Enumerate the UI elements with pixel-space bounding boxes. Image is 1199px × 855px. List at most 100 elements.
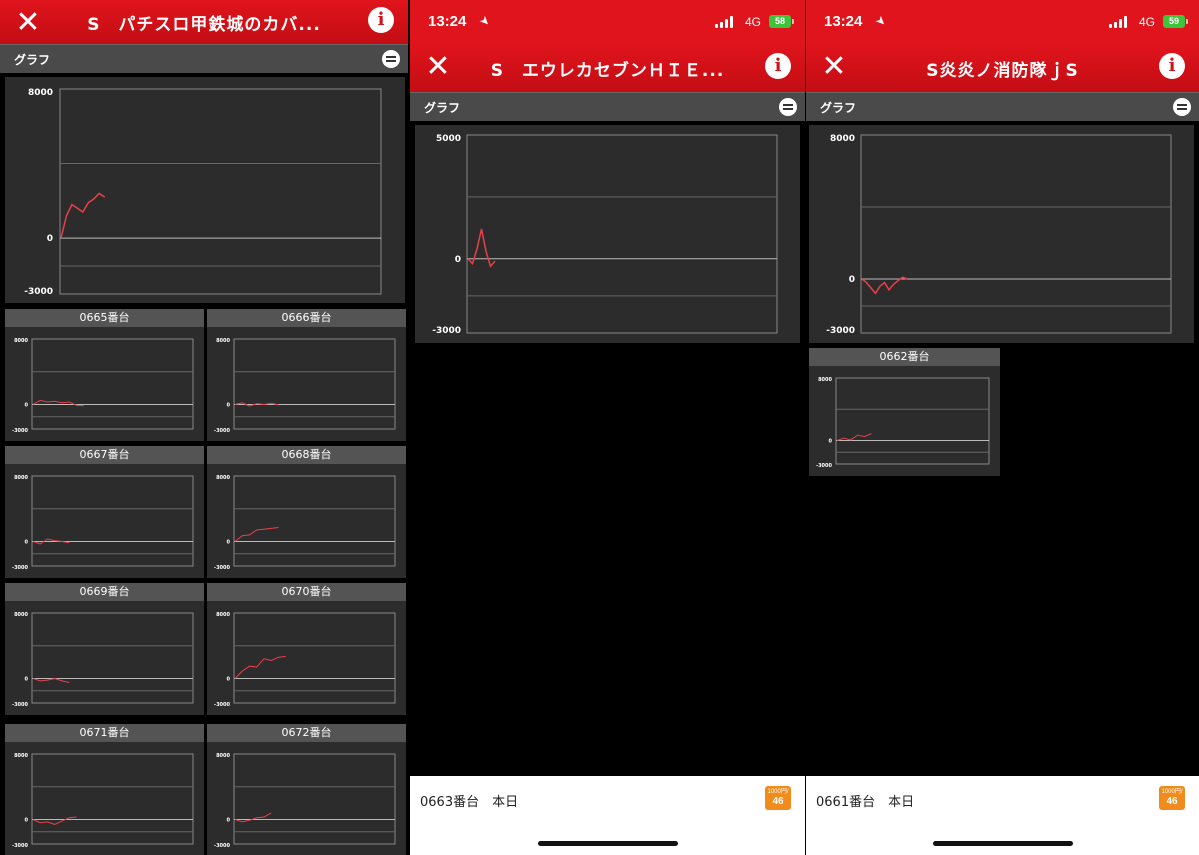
machine-card[interactable]: 0668番台 8000 0 -3000 bbox=[207, 446, 406, 578]
close-icon[interactable]: ✕ bbox=[424, 52, 452, 82]
y-min-label: -3000 bbox=[826, 326, 855, 336]
rate-badge[interactable]: 1000円/46 bbox=[1159, 786, 1185, 810]
collapse-icon[interactable] bbox=[382, 50, 400, 68]
machine-card[interactable]: 0666番台 8000 0 -3000 bbox=[207, 309, 406, 441]
machine-card[interactable]: 0665番台 8000 0 -3000 bbox=[5, 309, 204, 441]
machine-label: 0666番台 bbox=[207, 309, 406, 327]
machine-label: 0665番台 bbox=[5, 309, 204, 327]
footer-text: 0661番台 本日 bbox=[816, 795, 915, 810]
app-header: ✕ S炎炎ノ消防隊ｊS i bbox=[806, 44, 1199, 92]
machine-card[interactable]: 0670番台 8000 0 -3000 bbox=[207, 583, 406, 715]
home-indicator bbox=[932, 841, 1073, 846]
status-time: 13:24 bbox=[428, 13, 467, 30]
machine-label: 0670番台 bbox=[207, 583, 406, 601]
status-bar: 13:24 ➤ 4G 58 bbox=[410, 0, 805, 44]
location-arrow-icon: ➤ bbox=[476, 12, 494, 30]
y-axis-label: 8000 bbox=[216, 753, 230, 759]
machine-label: 0662番台 bbox=[809, 348, 1000, 366]
machine-label: 0667番台 bbox=[5, 446, 204, 464]
data-line bbox=[32, 677, 70, 683]
machine-graph-svg: 8000 0 -3000 bbox=[214, 475, 396, 571]
machine-graph-svg: 8000 0 -3000 bbox=[214, 338, 396, 434]
y-axis-label: -3000 bbox=[12, 843, 29, 849]
machine-label: 0669番台 bbox=[5, 583, 204, 601]
machine-graph-svg: 8000 0 -3000 bbox=[12, 612, 194, 708]
battery-icon: 59 bbox=[1163, 15, 1188, 28]
y-axis-label: -3000 bbox=[214, 565, 231, 571]
y-axis-label: 8000 bbox=[14, 753, 28, 759]
page-title: S パチスロ甲鉄城のカバ... bbox=[87, 15, 321, 35]
y-axis-label: 0 bbox=[829, 439, 833, 445]
machine-label: 0668番台 bbox=[207, 446, 406, 464]
info-icon[interactable]: i bbox=[765, 53, 791, 79]
section-label: グラフ bbox=[820, 101, 857, 115]
machine-card[interactable]: 0672番台 8000 0 -3000 bbox=[207, 724, 406, 855]
close-icon[interactable]: ✕ bbox=[820, 52, 848, 82]
machine-card[interactable]: 0667番台 8000 0 -3000 bbox=[5, 446, 204, 578]
y-axis-label: -3000 bbox=[214, 428, 231, 434]
main-graph-svg: 5000 0 -3000 bbox=[432, 134, 778, 336]
collapse-icon[interactable] bbox=[779, 98, 797, 116]
y-axis-label: 0 bbox=[25, 539, 29, 545]
y-zero-label: 0 bbox=[47, 234, 53, 244]
footer-text: 0663番台 本日 bbox=[420, 795, 519, 810]
y-axis-label: 0 bbox=[227, 539, 231, 545]
collapse-icon[interactable] bbox=[1173, 98, 1191, 116]
main-graph: 5000 0 -3000 bbox=[415, 125, 800, 343]
y-min-label: -3000 bbox=[24, 287, 53, 297]
data-line bbox=[32, 816, 77, 825]
y-axis-label: 0 bbox=[227, 676, 231, 682]
y-axis-label: 8000 bbox=[14, 338, 28, 344]
y-axis-label: 8000 bbox=[216, 338, 230, 344]
y-axis-label: -3000 bbox=[12, 702, 29, 708]
network-type: 4G bbox=[744, 15, 761, 29]
footer-bar[interactable]: 0663番台 本日 1000円/46 bbox=[410, 776, 805, 855]
graph-section-bar[interactable]: グラフ bbox=[410, 92, 805, 121]
data-line bbox=[861, 276, 908, 295]
footer-bar[interactable]: 0661番台 本日 1000円/46 bbox=[806, 776, 1199, 855]
data-line bbox=[234, 655, 286, 679]
graph-section-bar[interactable]: グラフ bbox=[806, 92, 1199, 121]
main-graph: 8000 0 -3000 bbox=[809, 125, 1194, 343]
main-graph-svg: 8000 0 -3000 bbox=[24, 88, 382, 297]
y-max-label: 8000 bbox=[28, 88, 53, 98]
screen-2: 13:24 ➤ 4G 58 ✕ S エウレカセブンＨＩＥ... i グラフ 50… bbox=[410, 0, 805, 855]
y-axis-label: 0 bbox=[227, 817, 231, 823]
y-axis-label: -3000 bbox=[214, 702, 231, 708]
y-axis-label: -3000 bbox=[816, 463, 833, 469]
machine-graph-svg: 8000 0 -3000 bbox=[12, 338, 194, 434]
info-icon[interactable]: i bbox=[1159, 53, 1185, 79]
y-axis-label: 0 bbox=[25, 817, 29, 823]
data-line bbox=[836, 433, 872, 441]
signal-icon bbox=[715, 16, 733, 28]
y-axis-label: -3000 bbox=[12, 565, 29, 571]
rate-badge[interactable]: 1000円/46 bbox=[765, 786, 791, 810]
info-icon[interactable]: i bbox=[368, 7, 394, 33]
section-label: グラフ bbox=[14, 53, 51, 67]
signal-icon bbox=[1109, 16, 1127, 28]
machine-graph-svg: 8000 0 -3000 bbox=[214, 612, 396, 708]
data-line bbox=[234, 812, 272, 823]
status-time: 13:24 bbox=[824, 13, 863, 30]
y-axis-label: 8000 bbox=[14, 475, 28, 481]
y-max-label: 8000 bbox=[830, 134, 855, 144]
close-icon[interactable]: ✕ bbox=[14, 8, 42, 38]
machine-graph-svg: 8000 0 -3000 bbox=[12, 475, 194, 571]
machine-card[interactable]: 0671番台 8000 0 -3000 bbox=[5, 724, 204, 855]
y-axis-label: 0 bbox=[25, 676, 29, 682]
data-line bbox=[60, 192, 106, 239]
data-line bbox=[234, 527, 279, 542]
home-indicator bbox=[537, 841, 678, 846]
machine-label: 0672番台 bbox=[207, 724, 406, 742]
y-axis-label: 0 bbox=[227, 402, 231, 408]
machine-card[interactable]: 0669番台 8000 0 -3000 bbox=[5, 583, 204, 715]
page-title: S エウレカセブンＨＩＥ... bbox=[490, 61, 725, 81]
battery-icon: 58 bbox=[769, 15, 794, 28]
machine-card[interactable]: 0662番台 8000 0 -3000 bbox=[809, 348, 1000, 476]
graph-section-bar[interactable]: グラフ bbox=[0, 44, 408, 73]
y-axis-label: -3000 bbox=[12, 428, 29, 434]
screen-1: ✕ S パチスロ甲鉄城のカバ... i グラフ 8000 0 -3000 066… bbox=[0, 0, 408, 855]
y-axis-label: 8000 bbox=[818, 377, 832, 383]
app-header: ✕ S パチスロ甲鉄城のカバ... i bbox=[0, 0, 408, 44]
y-axis-label: 8000 bbox=[14, 612, 28, 618]
